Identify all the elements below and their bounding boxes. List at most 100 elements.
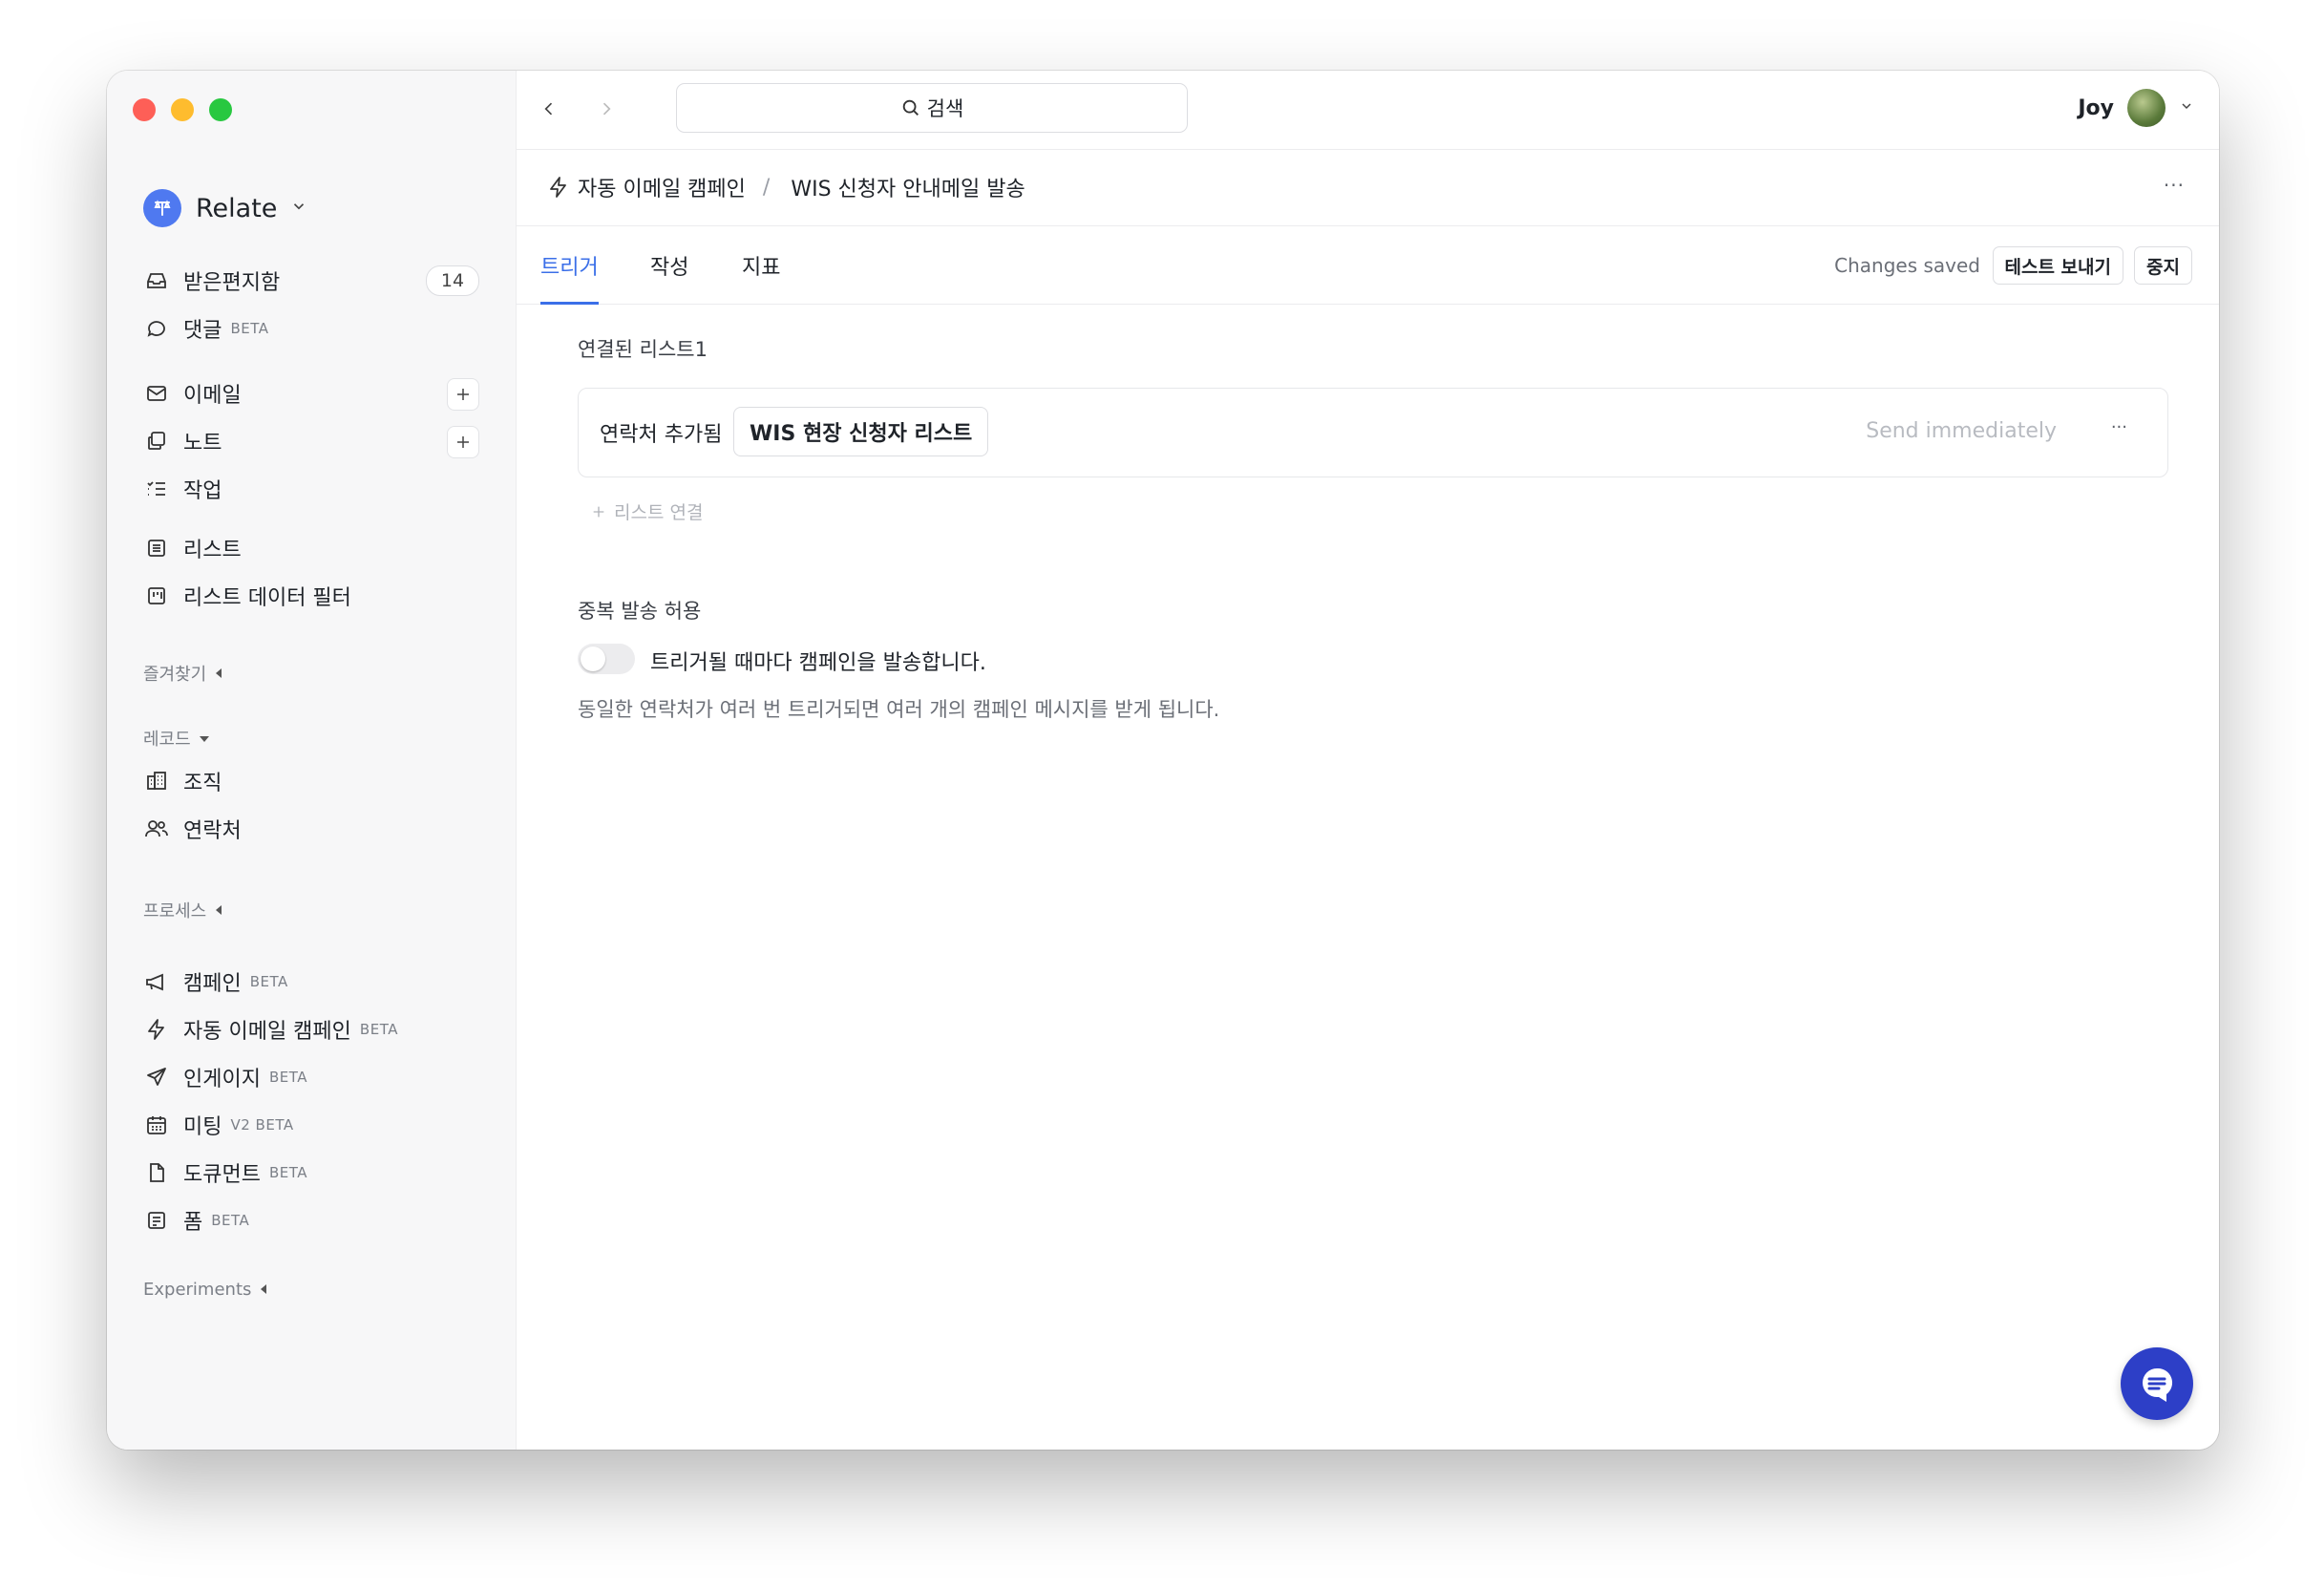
sidebar-item-organizations[interactable]: 조직 <box>143 762 479 800</box>
sidebar-item-tasks[interactable]: 작업 <box>143 470 479 508</box>
tab-bar: 트리거 작성 지표 Changes saved 테스트 보내기 중지 <box>517 225 2219 305</box>
add-email-button[interactable] <box>447 378 479 411</box>
duplicate-send-toggle[interactable] <box>578 644 635 674</box>
trigger-event-label: 연락처 추가됨 <box>600 423 723 447</box>
records-section-header[interactable]: 레코드 <box>143 726 210 751</box>
caret-left-icon <box>259 1280 268 1300</box>
beta-badge: BETA <box>249 973 288 990</box>
top-bar: 검색 Joy <box>517 71 2219 150</box>
sidebar-item-label: 리스트 <box>183 539 242 562</box>
sidebar-item-label: 캠페인 <box>183 972 242 996</box>
beta-badge: BETA <box>268 1164 307 1181</box>
sidebar-item-label: 미팅 <box>183 1115 222 1139</box>
search-bar[interactable]: 검색 <box>676 83 1188 133</box>
beta-badge: BETA <box>359 1021 398 1038</box>
sidebar-item-label: 노트 <box>183 432 222 456</box>
megaphone-icon <box>143 968 170 995</box>
sidebar-item-campaigns[interactable]: 캠페인 BETA <box>143 963 479 1001</box>
search-label: 검색 <box>926 97 964 120</box>
more-options-button[interactable]: ··· <box>2164 174 2185 197</box>
section-label: 레코드 <box>143 730 191 750</box>
stop-button[interactable]: 중지 <box>2134 246 2192 285</box>
duplicate-send-hint: 동일한 연락처가 여러 번 트리거되면 여러 개의 캠페인 메시지를 받게 됩니… <box>578 698 1220 721</box>
user-name: Joy <box>2078 95 2114 120</box>
document-icon <box>143 1159 170 1186</box>
caret-left-icon <box>214 664 223 684</box>
experiments-section-header[interactable]: Experiments <box>143 1280 268 1300</box>
user-menu[interactable]: Joy <box>2078 89 2194 127</box>
sidebar-item-engage[interactable]: 인게이지 BETA <box>143 1058 479 1096</box>
workspace-name: Relate <box>196 193 278 223</box>
send-timing[interactable]: Send immediately <box>1866 419 2057 443</box>
chat-icon <box>2143 1367 2173 1402</box>
section-label: 프로세스 <box>143 901 207 922</box>
trigger-more-button[interactable]: ··· <box>2111 417 2127 437</box>
breadcrumb-separator: / <box>762 175 771 200</box>
inbox-count-badge: 14 <box>426 265 479 296</box>
note-icon <box>143 428 170 455</box>
duplicate-send-title: 중복 발송 허용 <box>578 600 702 623</box>
add-note-button[interactable] <box>447 426 479 458</box>
save-status: Changes saved <box>1834 254 1980 277</box>
tab-trigger[interactable]: 트리거 <box>540 250 599 305</box>
sidebar-item-documents[interactable]: 도큐먼트 BETA <box>143 1154 479 1192</box>
sidebar-item-comments[interactable]: 댓글 BETA <box>143 309 479 348</box>
sidebar-item-label: 받은편지함 <box>183 271 281 295</box>
connected-lists-title: 연결된 리스트1 <box>578 338 708 361</box>
sidebar-item-forms[interactable]: 폼 BETA <box>143 1201 479 1239</box>
sidebar-item-label: 연락처 <box>183 819 242 843</box>
caret-left-icon <box>214 900 223 921</box>
list-icon <box>143 535 170 561</box>
app-window: Relate 받은편지함 14 댓글 BETA 이메일 노트 작업 리스트 리스… <box>107 71 2219 1450</box>
minimize-window-button[interactable] <box>171 98 194 121</box>
inbox-icon <box>143 267 170 294</box>
forward-button[interactable] <box>593 95 620 122</box>
sidebar-item-label: 이메일 <box>183 384 242 408</box>
users-icon <box>143 816 170 842</box>
section-label: 즐겨찾기 <box>143 665 207 685</box>
chevron-down-icon <box>2179 98 2194 117</box>
chat-support-button[interactable] <box>2121 1347 2193 1420</box>
calendar-icon <box>143 1112 170 1138</box>
list-select-chip[interactable]: WIS 현장 신청자 리스트 <box>733 407 989 456</box>
mail-icon <box>143 380 170 407</box>
sidebar-item-label: 인게이지 <box>183 1068 261 1091</box>
duplicate-send-toggle-label: 트리거될 때마다 캠페인을 발송합니다. <box>650 651 986 675</box>
close-window-button[interactable] <box>133 98 156 121</box>
sidebar-item-contacts[interactable]: 연락처 <box>143 810 479 848</box>
search-icon <box>902 99 919 116</box>
tab-metrics[interactable]: 지표 <box>742 250 780 302</box>
sidebar-item-label: 자동 이메일 캠페인 <box>183 1020 351 1044</box>
sidebar-item-label: 리스트 데이터 필터 <box>183 586 351 610</box>
sidebar-item-inbox[interactable]: 받은편지함 14 <box>143 262 479 300</box>
maximize-window-button[interactable] <box>209 98 232 121</box>
sidebar-item-label: 폼 <box>183 1211 203 1235</box>
favorites-section-header[interactable]: 즐겨찾기 <box>143 661 223 686</box>
avatar <box>2127 89 2166 127</box>
sidebar-item-auto-email-campaigns[interactable]: 자동 이메일 캠페인 BETA <box>143 1010 479 1049</box>
tab-compose[interactable]: 작성 <box>650 250 688 302</box>
process-section-header[interactable]: 프로세스 <box>143 898 223 922</box>
workspace-switcher[interactable]: Relate <box>143 189 307 227</box>
sidebar-item-notes[interactable]: 노트 <box>143 422 479 460</box>
lightning-icon <box>547 176 570 199</box>
lightning-icon <box>143 1016 170 1043</box>
beta-badge: BETA <box>230 320 269 337</box>
back-button[interactable] <box>536 95 562 122</box>
sidebar-item-label: 작업 <box>183 479 222 503</box>
beta-badge: V2 BETA <box>230 1116 294 1133</box>
sidebar: Relate 받은편지함 14 댓글 BETA 이메일 노트 작업 리스트 리스… <box>107 71 517 1450</box>
send-icon <box>143 1064 170 1091</box>
sidebar-item-email[interactable]: 이메일 <box>143 374 479 413</box>
chevron-down-icon <box>290 198 307 219</box>
sidebar-item-list-filters[interactable]: 리스트 데이터 필터 <box>143 577 479 615</box>
send-test-button[interactable]: 테스트 보내기 <box>1992 246 2123 285</box>
sidebar-item-meetings[interactable]: 미팅 V2 BETA <box>143 1106 479 1144</box>
connect-list-label: 리스트 연결 <box>614 502 704 523</box>
connect-list-button[interactable]: 리스트 연결 <box>591 498 703 524</box>
main-content: 검색 Joy 자동 이메일 캠페인 / WIS 신청자 안내메일 발송 ··· … <box>517 71 2219 1450</box>
plus-icon <box>593 506 604 517</box>
breadcrumb-parent-link[interactable]: 자동 이메일 캠페인 <box>578 172 746 202</box>
sidebar-item-lists[interactable]: 리스트 <box>143 529 479 567</box>
breadcrumb-current: WIS 신청자 안내메일 발송 <box>791 178 1025 201</box>
